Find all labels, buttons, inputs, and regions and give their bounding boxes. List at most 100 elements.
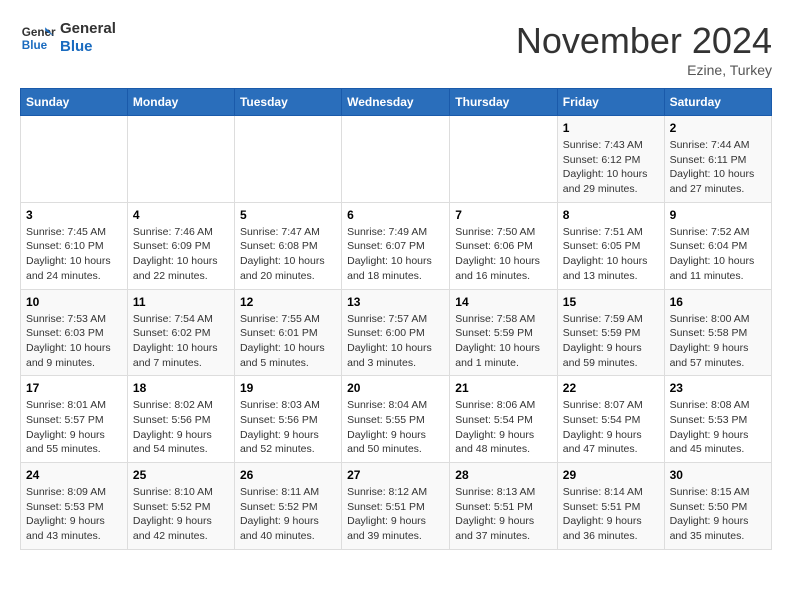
svg-text:Blue: Blue: [22, 39, 48, 52]
calendar-cell: 3 Sunrise: 7:45 AM Sunset: 6:10 PM Daylig…: [21, 202, 128, 289]
day-info: Sunrise: 8:08 AM Sunset: 5:53 PM Dayligh…: [670, 398, 766, 457]
day-header-monday: Monday: [127, 89, 234, 116]
day-header-tuesday: Tuesday: [234, 89, 341, 116]
calendar-cell: [342, 116, 450, 203]
calendar-cell: 6 Sunrise: 7:49 AM Sunset: 6:07 PM Daylig…: [342, 202, 450, 289]
day-number: 18: [133, 381, 229, 395]
day-number: 6: [347, 208, 444, 222]
day-number: 5: [240, 208, 336, 222]
calendar-cell: 24 Sunrise: 8:09 AM Sunset: 5:53 PM Dayli…: [21, 463, 128, 550]
calendar-cell: 30Sunrise: 8:15 AM Sunset: 5:50 PM Dayli…: [664, 463, 771, 550]
day-info: Sunrise: 7:47 AM Sunset: 6:08 PM Dayligh…: [240, 225, 336, 284]
calendar-cell: [234, 116, 341, 203]
day-number: 22: [563, 381, 659, 395]
day-info: Sunrise: 7:50 AM Sunset: 6:06 PM Dayligh…: [455, 225, 552, 284]
day-info: Sunrise: 8:12 AM Sunset: 5:51 PM Dayligh…: [347, 485, 444, 544]
calendar-cell: 29 Sunrise: 8:14 AM Sunset: 5:51 PM Dayli…: [557, 463, 664, 550]
calendar-cell: 4 Sunrise: 7:46 AM Sunset: 6:09 PM Daylig…: [127, 202, 234, 289]
calendar-cell: 2 Sunrise: 7:44 AM Sunset: 6:11 PM Daylig…: [664, 116, 771, 203]
day-number: 23: [670, 381, 766, 395]
day-number: 9: [670, 208, 766, 222]
calendar-cell: 27 Sunrise: 8:12 AM Sunset: 5:51 PM Dayli…: [342, 463, 450, 550]
day-info: Sunrise: 8:00 AM Sunset: 5:58 PM Dayligh…: [670, 312, 766, 371]
day-info: Sunrise: 8:09 AM Sunset: 5:53 PM Dayligh…: [26, 485, 122, 544]
calendar-cell: 18Sunrise: 8:02 AM Sunset: 5:56 PM Dayli…: [127, 376, 234, 463]
week-row-0: 1Sunrise: 7:43 AM Sunset: 6:12 PM Daylig…: [21, 116, 772, 203]
calendar-cell: 20 Sunrise: 8:04 AM Sunset: 5:55 PM Dayli…: [342, 376, 450, 463]
day-info: Sunrise: 8:14 AM Sunset: 5:51 PM Dayligh…: [563, 485, 659, 544]
day-info: Sunrise: 7:49 AM Sunset: 6:07 PM Dayligh…: [347, 225, 444, 284]
day-number: 26: [240, 468, 336, 482]
day-header-thursday: Thursday: [450, 89, 558, 116]
calendar-cell: 15 Sunrise: 7:59 AM Sunset: 5:59 PM Dayli…: [557, 289, 664, 376]
day-header-sunday: Sunday: [21, 89, 128, 116]
svg-text:General: General: [22, 26, 56, 39]
logo: General Blue General Blue: [20, 20, 116, 56]
day-number: 25: [133, 468, 229, 482]
day-number: 30: [670, 468, 766, 482]
day-info: Sunrise: 7:58 AM Sunset: 5:59 PM Dayligh…: [455, 312, 552, 371]
calendar-table: SundayMondayTuesdayWednesdayThursdayFrid…: [20, 88, 772, 550]
logo-line2: Blue: [60, 38, 116, 56]
calendar-cell: 28Sunrise: 8:13 AM Sunset: 5:51 PM Dayli…: [450, 463, 558, 550]
week-row-4: 24 Sunrise: 8:09 AM Sunset: 5:53 PM Dayli…: [21, 463, 772, 550]
title-section: November 2024 Ezine, Turkey: [516, 20, 772, 78]
calendar-cell: 22 Sunrise: 8:07 AM Sunset: 5:54 PM Dayli…: [557, 376, 664, 463]
day-number: 17: [26, 381, 122, 395]
day-info: Sunrise: 7:52 AM Sunset: 6:04 PM Dayligh…: [670, 225, 766, 284]
day-info: Sunrise: 7:57 AM Sunset: 6:00 PM Dayligh…: [347, 312, 444, 371]
calendar-cell: [127, 116, 234, 203]
location-subtitle: Ezine, Turkey: [516, 62, 772, 78]
calendar-cell: 17 Sunrise: 8:01 AM Sunset: 5:57 PM Dayli…: [21, 376, 128, 463]
day-number: 27: [347, 468, 444, 482]
day-info: Sunrise: 8:04 AM Sunset: 5:55 PM Dayligh…: [347, 398, 444, 457]
calendar-cell: 26 Sunrise: 8:11 AM Sunset: 5:52 PM Dayli…: [234, 463, 341, 550]
day-number: 2: [670, 121, 766, 135]
day-number: 4: [133, 208, 229, 222]
day-number: 10: [26, 295, 122, 309]
calendar-cell: 16Sunrise: 8:00 AM Sunset: 5:58 PM Dayli…: [664, 289, 771, 376]
day-info: Sunrise: 8:11 AM Sunset: 5:52 PM Dayligh…: [240, 485, 336, 544]
week-row-2: 10Sunrise: 7:53 AM Sunset: 6:03 PM Dayli…: [21, 289, 772, 376]
calendar-cell: 8Sunrise: 7:51 AM Sunset: 6:05 PM Daylig…: [557, 202, 664, 289]
calendar-cell: 19 Sunrise: 8:03 AM Sunset: 5:56 PM Dayli…: [234, 376, 341, 463]
calendar-cell: 14 Sunrise: 7:58 AM Sunset: 5:59 PM Dayli…: [450, 289, 558, 376]
day-info: Sunrise: 7:54 AM Sunset: 6:02 PM Dayligh…: [133, 312, 229, 371]
logo-line1: General: [60, 20, 116, 38]
page-header: General Blue General Blue November 2024 …: [20, 20, 772, 78]
day-number: 29: [563, 468, 659, 482]
day-info: Sunrise: 7:59 AM Sunset: 5:59 PM Dayligh…: [563, 312, 659, 371]
day-info: Sunrise: 7:44 AM Sunset: 6:11 PM Dayligh…: [670, 138, 766, 197]
calendar-cell: 11 Sunrise: 7:54 AM Sunset: 6:02 PM Dayli…: [127, 289, 234, 376]
calendar-cell: [450, 116, 558, 203]
day-info: Sunrise: 8:13 AM Sunset: 5:51 PM Dayligh…: [455, 485, 552, 544]
day-header-friday: Friday: [557, 89, 664, 116]
day-number: 3: [26, 208, 122, 222]
calendar-cell: 9 Sunrise: 7:52 AM Sunset: 6:04 PM Daylig…: [664, 202, 771, 289]
day-info: Sunrise: 7:46 AM Sunset: 6:09 PM Dayligh…: [133, 225, 229, 284]
month-title: November 2024: [516, 20, 772, 62]
day-number: 24: [26, 468, 122, 482]
calendar-cell: 12Sunrise: 7:55 AM Sunset: 6:01 PM Dayli…: [234, 289, 341, 376]
week-row-3: 17 Sunrise: 8:01 AM Sunset: 5:57 PM Dayli…: [21, 376, 772, 463]
day-number: 15: [563, 295, 659, 309]
calendar-cell: 13Sunrise: 7:57 AM Sunset: 6:00 PM Dayli…: [342, 289, 450, 376]
day-info: Sunrise: 7:45 AM Sunset: 6:10 PM Dayligh…: [26, 225, 122, 284]
day-info: Sunrise: 8:10 AM Sunset: 5:52 PM Dayligh…: [133, 485, 229, 544]
day-info: Sunrise: 8:01 AM Sunset: 5:57 PM Dayligh…: [26, 398, 122, 457]
calendar-cell: 7 Sunrise: 7:50 AM Sunset: 6:06 PM Daylig…: [450, 202, 558, 289]
day-info: Sunrise: 7:51 AM Sunset: 6:05 PM Dayligh…: [563, 225, 659, 284]
day-number: 11: [133, 295, 229, 309]
day-number: 20: [347, 381, 444, 395]
day-number: 14: [455, 295, 552, 309]
calendar-cell: 5 Sunrise: 7:47 AM Sunset: 6:08 PM Daylig…: [234, 202, 341, 289]
calendar-cell: 10Sunrise: 7:53 AM Sunset: 6:03 PM Dayli…: [21, 289, 128, 376]
day-info: Sunrise: 8:07 AM Sunset: 5:54 PM Dayligh…: [563, 398, 659, 457]
day-info: Sunrise: 8:06 AM Sunset: 5:54 PM Dayligh…: [455, 398, 552, 457]
day-info: Sunrise: 8:03 AM Sunset: 5:56 PM Dayligh…: [240, 398, 336, 457]
calendar-cell: 25 Sunrise: 8:10 AM Sunset: 5:52 PM Dayli…: [127, 463, 234, 550]
calendar-cell: [21, 116, 128, 203]
calendar-cell: 21Sunrise: 8:06 AM Sunset: 5:54 PM Dayli…: [450, 376, 558, 463]
day-number: 7: [455, 208, 552, 222]
day-number: 19: [240, 381, 336, 395]
